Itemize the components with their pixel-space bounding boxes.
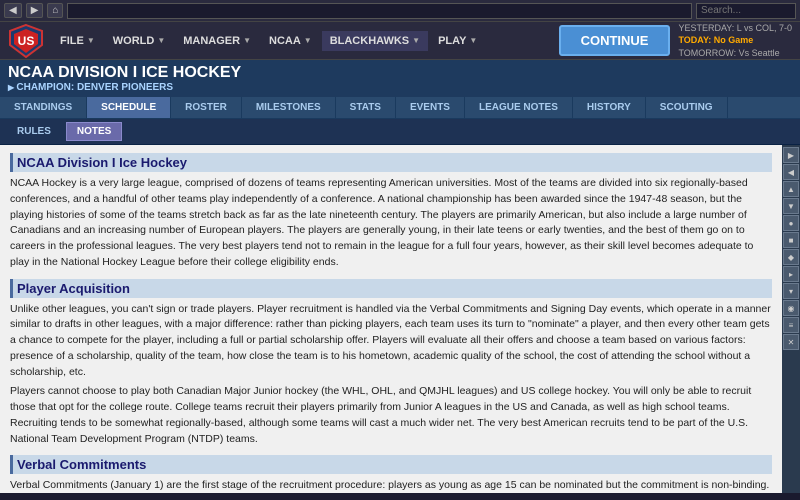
file-arrow: ▼ xyxy=(87,36,95,45)
subtab-rules[interactable]: RULES xyxy=(6,122,62,141)
tomorrow-text: TOMORROW: Vs Seattle xyxy=(678,47,792,60)
ncaa-menu[interactable]: NCAA ▼ xyxy=(261,31,320,51)
play-menu[interactable]: PLAY ▼ xyxy=(430,31,485,51)
search-input[interactable] xyxy=(696,3,796,19)
svg-text:US: US xyxy=(18,34,35,48)
address-bar[interactable]: NHL Regular Season | FRI, JAN 13 2023 | … xyxy=(67,3,692,19)
champion-line: ▶ CHAMPION: DENVER PIONEERS xyxy=(8,82,792,93)
sidebar-icon-8[interactable]: ▾ xyxy=(783,283,799,299)
tab-standings[interactable]: STANDINGS xyxy=(0,97,87,118)
continue-button[interactable]: CONTINUE xyxy=(559,25,671,56)
section-para-player-acquisition-1: Players cannot choose to play both Canad… xyxy=(10,384,772,447)
sidebar-icon-10[interactable]: ≡ xyxy=(783,317,799,333)
tab-league-notes[interactable]: LEAGUE NOTES xyxy=(465,97,573,118)
tab-roster[interactable]: ROSTER xyxy=(171,97,242,118)
blackhawks-arrow: ▼ xyxy=(412,36,420,45)
sidebar-icon-11[interactable]: ✕ xyxy=(783,334,799,350)
main-content[interactable]: NCAA Division I Ice Hockey NCAA Hockey i… xyxy=(0,145,782,493)
schedule-panel: YESTERDAY: L vs COL, 7-0 TODAY: No Game … xyxy=(678,22,792,60)
sidebar-icon-5[interactable]: ■ xyxy=(783,232,799,248)
play-arrow: ▼ xyxy=(469,36,477,45)
browser-top-bar: ◀ ▶ ⌂ NHL Regular Season | FRI, JAN 13 2… xyxy=(0,0,800,22)
content-area: NCAA Division I Ice Hockey NCAA Hockey i… xyxy=(0,145,800,493)
sidebar-icon-9[interactable]: ◉ xyxy=(783,300,799,316)
back-button[interactable]: ◀ xyxy=(4,3,22,18)
sidebar-icon-0[interactable]: ▶ xyxy=(783,147,799,163)
page-title: NCAA DIVISION I ICE HOCKEY xyxy=(8,64,792,82)
sidebar-icon-6[interactable]: ◆ xyxy=(783,249,799,265)
blackhawks-menu[interactable]: BLACKHAWKS ▼ xyxy=(322,31,428,51)
sidebar-icon-7[interactable]: ▸ xyxy=(783,266,799,282)
tab-scouting[interactable]: SCOUTING xyxy=(646,97,728,118)
menu-items: FILE ▼ WORLD ▼ MANAGER ▼ NCAA ▼ BLACKHAW… xyxy=(52,31,551,51)
tab-history[interactable]: HISTORY xyxy=(573,97,646,118)
sub-nav: RULES NOTES xyxy=(0,119,800,145)
home-button[interactable]: ⌂ xyxy=(47,3,63,18)
main-nav: STANDINGS SCHEDULE ROSTER MILESTONES STA… xyxy=(0,97,800,119)
menu-bar: US FILE ▼ WORLD ▼ MANAGER ▼ NCAA ▼ BLACK… xyxy=(0,22,800,60)
section-para-player-acquisition-0: Unlike other leagues, you can't sign or … xyxy=(10,302,772,381)
world-arrow: ▼ xyxy=(157,36,165,45)
file-menu[interactable]: FILE ▼ xyxy=(52,31,103,51)
tab-events[interactable]: EVENTS xyxy=(396,97,465,118)
team-logo: US xyxy=(8,23,44,59)
ncaa-arrow: ▼ xyxy=(304,36,312,45)
section-heading-intro: NCAA Division I Ice Hockey xyxy=(10,153,772,172)
forward-button[interactable]: ▶ xyxy=(26,3,44,18)
tab-schedule[interactable]: SCHEDULE xyxy=(87,97,171,118)
sidebar-icon-4[interactable]: ● xyxy=(783,215,799,231)
right-sidebar: ▶ ◀ ▲ ▼ ● ■ ◆ ▸ ▾ ◉ ≡ ✕ xyxy=(782,145,800,493)
manager-menu[interactable]: MANAGER ▼ xyxy=(175,31,259,51)
sidebar-icon-1[interactable]: ◀ xyxy=(783,164,799,180)
subtab-notes[interactable]: NOTES xyxy=(66,122,122,141)
section-para-verbal-commitments-0: Verbal Commitments (January 1) are the f… xyxy=(10,478,772,493)
section-para-intro-0: NCAA Hockey is a very large league, comp… xyxy=(10,176,772,271)
section-heading-player-acquisition: Player Acquisition xyxy=(10,279,772,298)
sidebar-icon-3[interactable]: ▼ xyxy=(783,198,799,214)
section-heading-verbal-commitments: Verbal Commitments xyxy=(10,455,772,474)
champion-team: DENVER PIONEERS xyxy=(77,82,173,93)
manager-arrow: ▼ xyxy=(243,36,251,45)
sidebar-icon-2[interactable]: ▲ xyxy=(783,181,799,197)
champion-label: CHAMPION: xyxy=(16,82,74,93)
logo-area: US xyxy=(8,23,44,59)
yesterday-text: YESTERDAY: L vs COL, 7-0 xyxy=(678,22,792,35)
tab-milestones[interactable]: MILESTONES xyxy=(242,97,336,118)
page-title-bar: NCAA DIVISION I ICE HOCKEY ▶ CHAMPION: D… xyxy=(0,60,800,97)
tab-stats[interactable]: STATS xyxy=(336,97,396,118)
world-menu[interactable]: WORLD ▼ xyxy=(105,31,173,51)
today-text: TODAY: No Game xyxy=(678,34,792,47)
